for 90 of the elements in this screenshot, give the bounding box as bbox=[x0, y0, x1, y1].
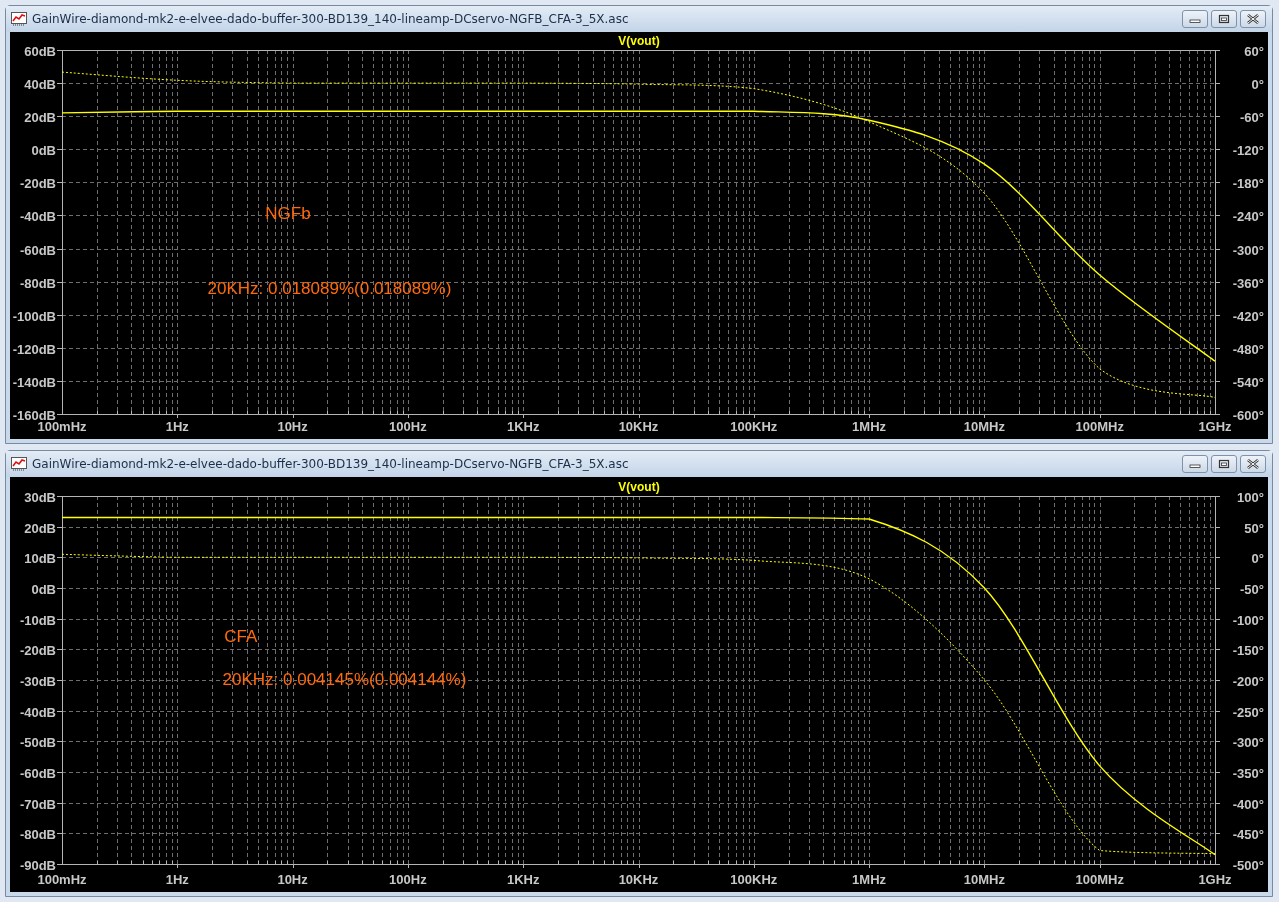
axis-label: 40dB bbox=[24, 76, 56, 92]
axis-label: 100KHz bbox=[730, 419, 778, 434]
chart-title: V(vout) bbox=[618, 34, 660, 48]
restore-button[interactable] bbox=[1211, 455, 1237, 473]
axis-label: -80dB bbox=[19, 275, 56, 291]
axis-label: -350° bbox=[1232, 765, 1264, 781]
axis-label: -250° bbox=[1232, 704, 1264, 720]
chart-title: V(vout) bbox=[618, 480, 660, 494]
restore-icon bbox=[1218, 459, 1230, 469]
axis-label: 50° bbox=[1244, 520, 1264, 536]
axis-label: 0° bbox=[1251, 76, 1264, 92]
axis-label: -40dB bbox=[19, 208, 56, 224]
axis-label: -90dB bbox=[19, 857, 56, 873]
axis-label: 100° bbox=[1237, 489, 1264, 505]
axis-label: 10MHz bbox=[963, 419, 1005, 434]
axis-label: -300° bbox=[1232, 242, 1264, 258]
axis-label: 10MHz bbox=[963, 872, 1005, 887]
chart-window-icon bbox=[11, 457, 27, 471]
axis-label: 1KHz bbox=[506, 419, 540, 434]
axis-label: -300° bbox=[1232, 734, 1264, 750]
axis-label: -140dB bbox=[12, 374, 56, 390]
close-button[interactable] bbox=[1240, 455, 1266, 473]
axis-label: -70dB bbox=[19, 796, 56, 812]
axis-label: 1Hz bbox=[165, 419, 189, 434]
axis-label: -60dB bbox=[19, 765, 56, 781]
axis-label: -80dB bbox=[19, 826, 56, 842]
axis-label: -100° bbox=[1232, 612, 1264, 628]
annotation-text: CFA bbox=[224, 626, 258, 646]
axis-label: -120° bbox=[1232, 142, 1264, 158]
axis-label: 60° bbox=[1244, 43, 1264, 59]
axis-label: 1Hz bbox=[165, 872, 189, 887]
axis-label: -450° bbox=[1232, 826, 1264, 842]
axis-label: -20dB bbox=[19, 175, 56, 191]
axis-label: 100MHz bbox=[1075, 872, 1124, 887]
axis-label: -420° bbox=[1232, 308, 1264, 324]
axis-label: -50dB bbox=[19, 734, 56, 750]
axis-label: 0dB bbox=[31, 142, 56, 158]
axis-label: 1MHz bbox=[852, 872, 887, 887]
axis-label: 20dB bbox=[24, 520, 56, 536]
window-title: GainWire-diamond-mk2-e-elvee-dado-buffer-300-BD139_140-lineamp-DCservo-NGFB_CFA-3_5X.asc bbox=[32, 457, 630, 471]
axis-label: -180° bbox=[1232, 175, 1264, 191]
axis-label: 100MHz bbox=[1075, 419, 1124, 434]
axis-label: -540° bbox=[1232, 374, 1264, 390]
axis-label: 10Hz bbox=[277, 872, 308, 887]
axis-label: -120dB bbox=[12, 341, 56, 357]
axis-label: 100Hz bbox=[389, 419, 427, 434]
axis-label: -30dB bbox=[19, 673, 56, 689]
axis-label: -500° bbox=[1232, 857, 1264, 873]
axis-label: 100KHz bbox=[730, 872, 778, 887]
annotation-text: 20KHz: 0.004145%(0.004144%) bbox=[222, 669, 467, 689]
axis-label: 100Hz bbox=[389, 872, 427, 887]
axis-label: -200° bbox=[1232, 673, 1264, 689]
axis-label: -480° bbox=[1232, 341, 1264, 357]
axis-label: 10dB bbox=[24, 550, 56, 566]
axis-label: 10Hz bbox=[277, 419, 308, 434]
axis-label: -400° bbox=[1232, 796, 1264, 812]
axis-label: 0dB bbox=[31, 581, 56, 597]
axis-label: -240° bbox=[1232, 208, 1264, 224]
axis-label: -50° bbox=[1240, 581, 1264, 597]
chart-window-icon bbox=[11, 12, 27, 26]
axis-label: 30dB bbox=[24, 489, 56, 505]
axis-label: 1KHz bbox=[506, 872, 540, 887]
axis-label: 100mHz bbox=[37, 872, 87, 887]
axis-label: 60dB bbox=[24, 43, 56, 59]
annotation-text: 20KHz: 0.018089%(0.018089%) bbox=[207, 279, 452, 299]
annotation-text: NGFb bbox=[265, 204, 311, 224]
axis-label: 1GHz bbox=[1198, 872, 1232, 887]
axis-label: -40dB bbox=[19, 704, 56, 720]
axis-label: -20dB bbox=[19, 642, 56, 658]
axis-label: 20dB bbox=[24, 109, 56, 125]
restore-button[interactable] bbox=[1211, 10, 1237, 28]
axis-label: -60dB bbox=[19, 242, 56, 258]
close-button[interactable] bbox=[1240, 10, 1266, 28]
axis-label: -600° bbox=[1232, 407, 1264, 423]
restore-icon bbox=[1218, 14, 1230, 24]
axis-label: -10dB bbox=[19, 612, 56, 628]
axis-label: 1GHz bbox=[1198, 419, 1232, 434]
minimize-button[interactable] bbox=[1182, 10, 1208, 28]
axis-label: 10KHz bbox=[618, 872, 659, 887]
axis-label: -60° bbox=[1240, 109, 1264, 125]
close-icon bbox=[1246, 14, 1260, 24]
minimize-button[interactable] bbox=[1182, 455, 1208, 473]
axis-label: -100dB bbox=[12, 308, 56, 324]
window-title: GainWire-diamond-mk2-e-elvee-dado-buffer-300-BD139_140-lineamp-DCservo-NGFB_CFA-3_5X.asc bbox=[32, 12, 630, 26]
close-icon bbox=[1246, 459, 1260, 469]
axis-label: 10KHz bbox=[618, 419, 659, 434]
axis-label: -360° bbox=[1232, 275, 1264, 291]
axis-label: 1MHz bbox=[852, 419, 887, 434]
axis-label: -150° bbox=[1232, 642, 1264, 658]
axis-label: 0° bbox=[1251, 550, 1264, 566]
